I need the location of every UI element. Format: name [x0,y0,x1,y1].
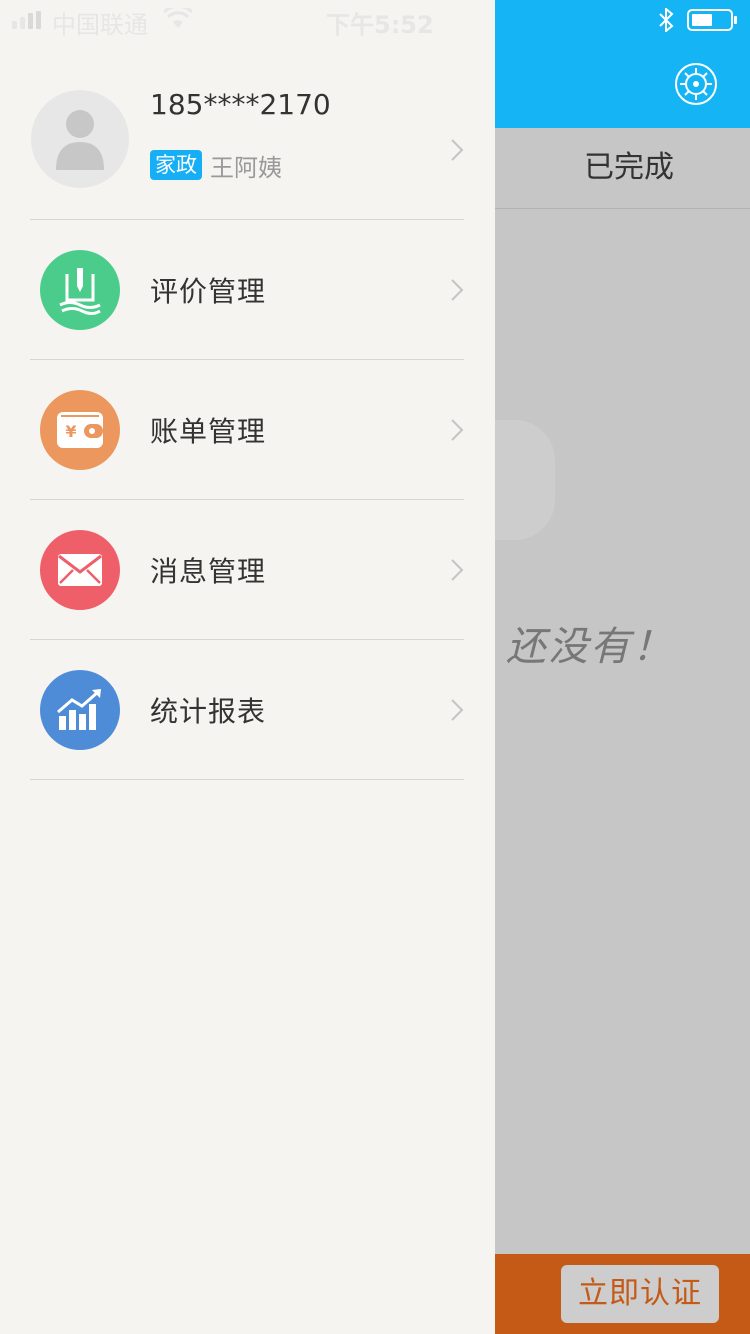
service-tag: 家政 [150,150,202,180]
menu-item-label: 消息管理 [150,555,267,588]
chevron-right-icon [451,279,464,301]
menu-item-label: 评价管理 [150,275,267,308]
chevron-right-icon [451,559,464,581]
certify-now-button[interactable]: 立即认证 [561,1265,719,1323]
status-bar: 中国联通 下午5:52 [0,0,750,40]
wallet-icon: ¥ [40,390,120,470]
menu-item-label: 统计报表 [150,695,267,728]
carrier-label: 中国联通 [52,11,148,39]
side-drawer: 185****2170 家政 王阿姨 评价管理 ¥ 账单管理 消息管理 统计报表 [0,0,495,1334]
avatar[interactable] [31,90,129,188]
phone-number: 185****2170 [150,88,331,121]
empty-state-text: 还没有！ [506,624,674,670]
user-name: 王阿姨 [210,154,282,182]
review-icon [40,250,120,330]
svg-text:¥: ¥ [65,422,76,441]
user-icon [56,110,104,170]
chevron-right-icon [451,699,464,721]
menu-item-label: 账单管理 [150,415,267,448]
chevron-right-icon [451,139,464,161]
menu-item-messages[interactable]: 消息管理 [0,500,495,640]
menu-item-review[interactable]: 评价管理 [0,220,495,360]
wifi-icon [164,8,192,28]
empty-state-illustration [495,420,555,540]
signal-icon [12,11,41,29]
settings-icon[interactable] [674,62,718,106]
chart-icon [40,670,120,750]
tab-completed[interactable]: 已完成 [584,128,674,208]
clock: 下午5:52 [326,11,434,39]
chevron-right-icon [451,419,464,441]
divider [30,779,464,780]
menu-item-statistics[interactable]: 统计报表 [0,640,495,780]
bluetooth-icon [659,8,674,32]
menu-item-bills[interactable]: ¥ 账单管理 [0,360,495,500]
profile-header[interactable]: 185****2170 家政 王阿姨 [0,60,495,219]
mail-icon [40,530,120,610]
battery-icon [687,9,737,31]
